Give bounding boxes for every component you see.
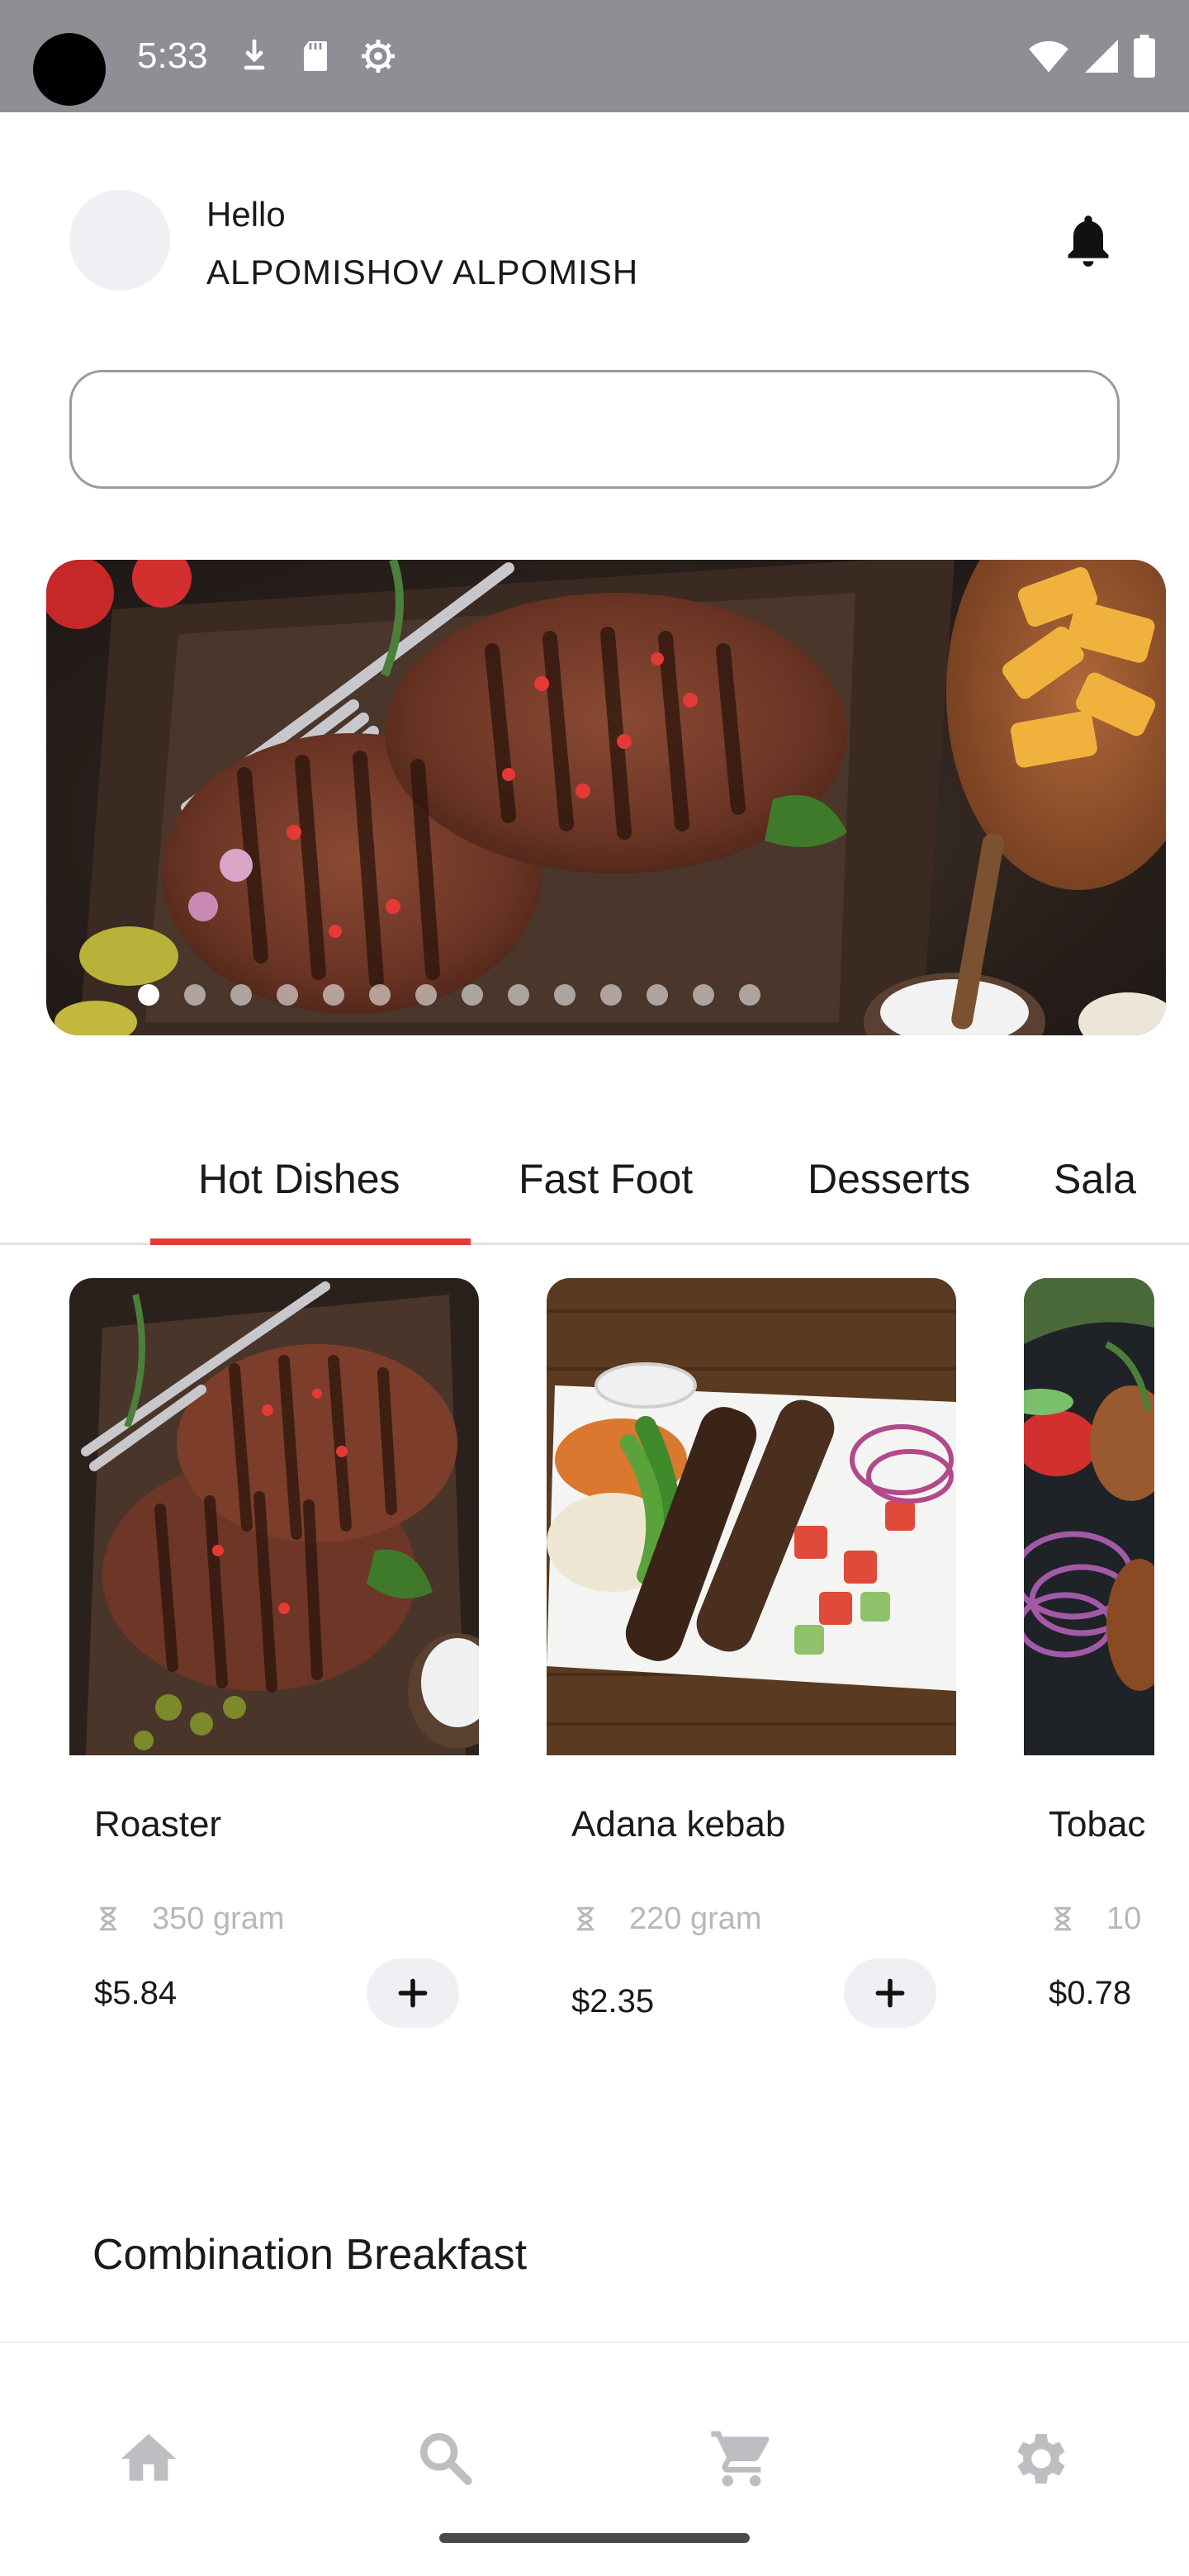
tab-desserts[interactable]: Desserts (808, 1154, 970, 1204)
carousel-dot[interactable] (369, 984, 391, 1006)
signal-icon (1085, 40, 1118, 73)
product-image (69, 1278, 479, 1755)
product-card[interactable]: Adana kebab 220 gram $2.35 (547, 1278, 956, 2028)
battery-icon (1134, 35, 1155, 78)
home-icon[interactable] (116, 2426, 182, 2492)
product-card[interactable]: Tobac 10 $0.78 (1024, 1278, 1189, 2021)
product-name: Roaster (94, 1804, 222, 1844)
search-input[interactable] (69, 370, 1120, 489)
sd-card-icon (304, 41, 327, 71)
banner-image (46, 560, 1166, 1035)
tab-hot-dishes[interactable]: Hot Dishes (198, 1154, 400, 1204)
product-weight-text: 10 (1106, 1901, 1142, 1936)
promo-banner[interactable] (46, 560, 1166, 1035)
product-weight-text: 220 gram (629, 1901, 762, 1936)
product-price: $0.78 (1049, 1975, 1132, 2011)
bell-icon[interactable] (1062, 211, 1115, 271)
carousel-dot[interactable] (138, 984, 159, 1006)
settings-icon[interactable] (1006, 2426, 1072, 2492)
carousel-dot[interactable] (508, 984, 529, 1006)
hourglass-icon (1054, 1906, 1071, 1931)
carousel-dot[interactable] (462, 984, 483, 1006)
add-to-cart-button[interactable] (367, 1958, 459, 2028)
product-name: Adana kebab (571, 1804, 786, 1844)
hourglass-icon (577, 1906, 594, 1931)
carousel-dot[interactable] (277, 984, 298, 1006)
username-text: ALPOMISHOV ALPOMISH (206, 253, 639, 291)
carousel-dot[interactable] (554, 984, 576, 1006)
carousel-dots (46, 984, 1166, 1006)
product-weight: 220 gram (571, 1901, 762, 1937)
avatar[interactable] (69, 190, 170, 291)
greeting-text: Hello (206, 195, 286, 234)
product-weight: 350 gram (94, 1901, 285, 1937)
download-icon (244, 39, 265, 70)
status-time: 5:33 (137, 36, 208, 76)
settings-gear-icon (362, 40, 395, 73)
section-title: Combination Breakfast (92, 2231, 528, 2279)
carousel-dot[interactable] (647, 984, 668, 1006)
hourglass-icon (100, 1906, 116, 1931)
search-icon[interactable] (413, 2426, 479, 2492)
status-bar: 5:33 (0, 0, 1189, 112)
camera-cutout (33, 33, 106, 106)
product-image (547, 1278, 956, 1755)
product-name: Tobac (1049, 1804, 1146, 1844)
carousel-dot[interactable] (415, 984, 437, 1006)
product-card[interactable]: Roaster 350 gram $5.84 (69, 1278, 479, 2028)
tab-fast-foot[interactable]: Fast Foot (519, 1154, 693, 1204)
carousel-dot[interactable] (230, 984, 252, 1006)
active-tab-indicator (150, 1238, 471, 1245)
carousel-dot[interactable] (600, 984, 622, 1006)
carousel-dot[interactable] (323, 984, 344, 1006)
product-weight-text: 350 gram (152, 1901, 285, 1936)
product-image (1024, 1278, 1154, 1755)
status-icons (1027, 33, 1156, 79)
cart-icon[interactable] (708, 2426, 775, 2492)
add-to-cart-button[interactable] (844, 1958, 936, 2028)
tab-salads[interactable]: Sala (1054, 1154, 1136, 1204)
carousel-dot[interactable] (184, 984, 206, 1006)
product-weight: 10 (1049, 1901, 1189, 1937)
wifi-icon (1029, 40, 1068, 73)
carousel-dot[interactable] (739, 984, 760, 1006)
category-tabs: Hot Dishes Fast Foot Desserts Sala (0, 1115, 1189, 1245)
plus-icon (875, 1978, 905, 2008)
product-price: $5.84 (94, 1975, 178, 2011)
carousel-dot[interactable] (693, 984, 714, 1006)
plus-icon (398, 1978, 428, 2008)
product-price: $2.35 (571, 1983, 655, 2020)
home-indicator[interactable] (439, 2533, 750, 2543)
